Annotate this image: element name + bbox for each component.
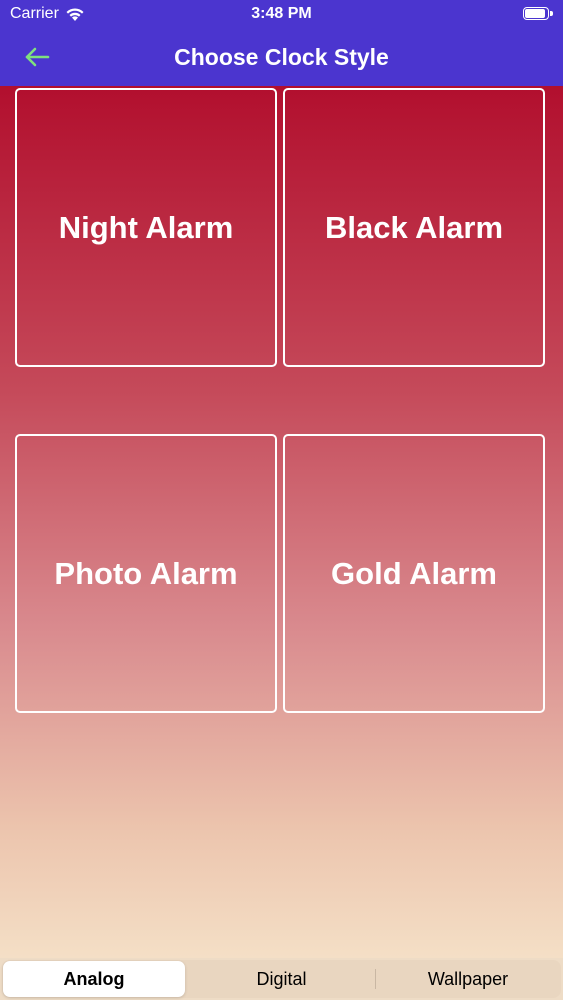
black-alarm-card[interactable]: Black Alarm xyxy=(283,88,545,367)
tab-analog[interactable]: Analog xyxy=(3,961,185,997)
clock-style-grid: Night Alarm Black Alarm Photo Alarm Gold… xyxy=(0,86,563,958)
tab-digital[interactable]: Digital xyxy=(188,960,375,998)
gold-alarm-card[interactable]: Gold Alarm xyxy=(283,434,545,713)
night-alarm-card[interactable]: Night Alarm xyxy=(15,88,277,367)
navigation-bar: Choose Clock Style xyxy=(0,30,563,86)
card-label: Gold Alarm xyxy=(331,555,497,591)
status-time: 3:48 PM xyxy=(251,5,312,22)
tab-bar: Analog Digital Wallpaper xyxy=(0,958,563,1000)
card-label: Night Alarm xyxy=(58,209,234,245)
header: Carrier 3:48 PM Choose Clock Style xyxy=(0,0,563,86)
status-bar: Carrier 3:48 PM xyxy=(0,0,563,30)
card-label: Photo Alarm xyxy=(54,555,238,591)
segmented-control: Analog Digital Wallpaper xyxy=(2,960,561,998)
card-label: Black Alarm xyxy=(324,209,504,245)
photo-alarm-card[interactable]: Photo Alarm xyxy=(15,434,277,713)
page-title: Choose Clock Style xyxy=(174,44,389,70)
battery-icon xyxy=(523,7,553,22)
tab-wallpaper[interactable]: Wallpaper xyxy=(375,960,561,998)
